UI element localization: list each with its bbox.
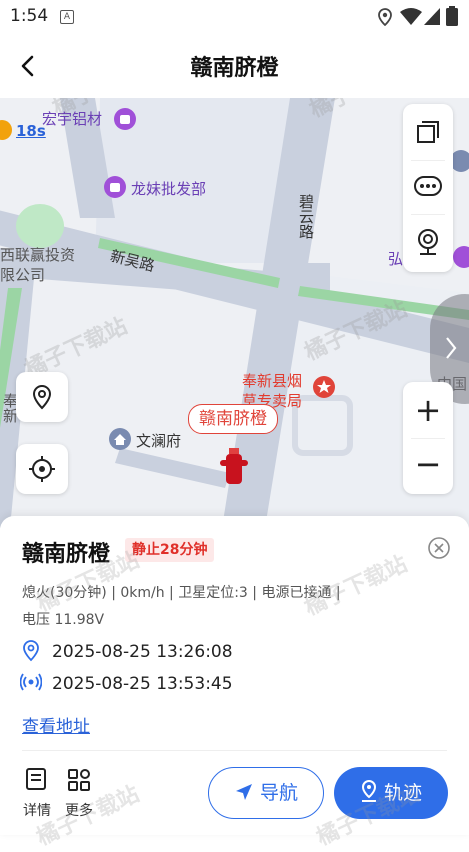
shop-poi-icon — [104, 176, 126, 198]
title-bar: 赣南脐橙 — [0, 34, 469, 98]
vehicle-marker-icon[interactable] — [220, 448, 248, 488]
vehicle-info-card: 赣南脐橙 静止28分钟 熄火(30分钟) | 0km/h | 卫星定位:3 | … — [0, 516, 469, 851]
vehicle-label[interactable]: 赣南脐橙 — [188, 404, 278, 434]
status-time: 1:54 — [10, 6, 49, 26]
more-icon[interactable] — [414, 176, 442, 196]
cellular-icon — [424, 8, 440, 25]
battery-icon — [446, 6, 458, 26]
map-view[interactable]: 宏宇铝材 18s 龙妹批发部 西联赢投资 限公司 新吴路 碧云路 弘 奉新县烟 … — [0, 98, 469, 528]
my-location-button[interactable] — [16, 444, 68, 494]
bus-stop-icon — [0, 120, 12, 140]
crosshair-icon — [29, 456, 55, 482]
status-bar: 1:54 A — [0, 0, 469, 34]
location-pin-icon — [32, 384, 52, 410]
zoom-controls: + − — [403, 382, 453, 494]
poi-longmei: 龙妹批发部 — [131, 180, 207, 198]
layers-icon[interactable] — [416, 120, 440, 144]
poi-tobacco-1: 奉新县烟 — [242, 372, 303, 390]
road-biyun: 碧云路 — [297, 194, 315, 239]
location-time: 2025-08-25 13:26:08 — [52, 642, 233, 662]
notification-icon: A — [60, 10, 74, 24]
poi-hong: 弘 — [388, 250, 404, 268]
watermark: 橘子下载站 — [300, 551, 412, 621]
zoom-out-button[interactable]: − — [403, 444, 453, 484]
voltage-line: 电压 11.98V — [22, 612, 105, 628]
location-time-icon — [23, 640, 39, 662]
location-status-icon — [378, 8, 392, 26]
page-title: 赣南脐橙 — [190, 56, 279, 81]
grid-icon — [68, 769, 90, 791]
street-view-icon[interactable] — [416, 228, 440, 256]
residence-poi-icon — [109, 428, 131, 450]
navigate-button[interactable]: 导航 — [208, 767, 324, 819]
signal-time: 2025-08-25 13:53:45 — [52, 674, 233, 694]
government-poi-icon — [313, 376, 335, 398]
wifi-icon — [400, 8, 422, 25]
poi-lianying-1: 西联赢投资 — [0, 246, 76, 264]
zoom-in-button[interactable]: + — [403, 390, 453, 430]
view-address-link[interactable]: 查看地址 — [22, 712, 90, 737]
bus-time: 18s — [16, 122, 46, 140]
navigate-icon — [235, 784, 252, 800]
map-tools-panel — [403, 104, 453, 272]
shop-poi-icon — [114, 108, 136, 130]
close-icon[interactable] — [428, 537, 450, 559]
navigate-label: 导航 — [259, 782, 298, 804]
chevron-right-icon — [446, 337, 457, 359]
divider — [22, 750, 447, 751]
shop-poi-icon — [453, 246, 469, 268]
details-icon — [26, 768, 46, 790]
poi-lianying-2: 限公司 — [0, 266, 46, 284]
poi-wenlan: 文澜府 — [136, 432, 182, 450]
signal-icon — [20, 673, 42, 691]
locate-vehicle-button[interactable] — [16, 372, 68, 422]
status-badge: 静止28分钟 — [125, 538, 215, 562]
